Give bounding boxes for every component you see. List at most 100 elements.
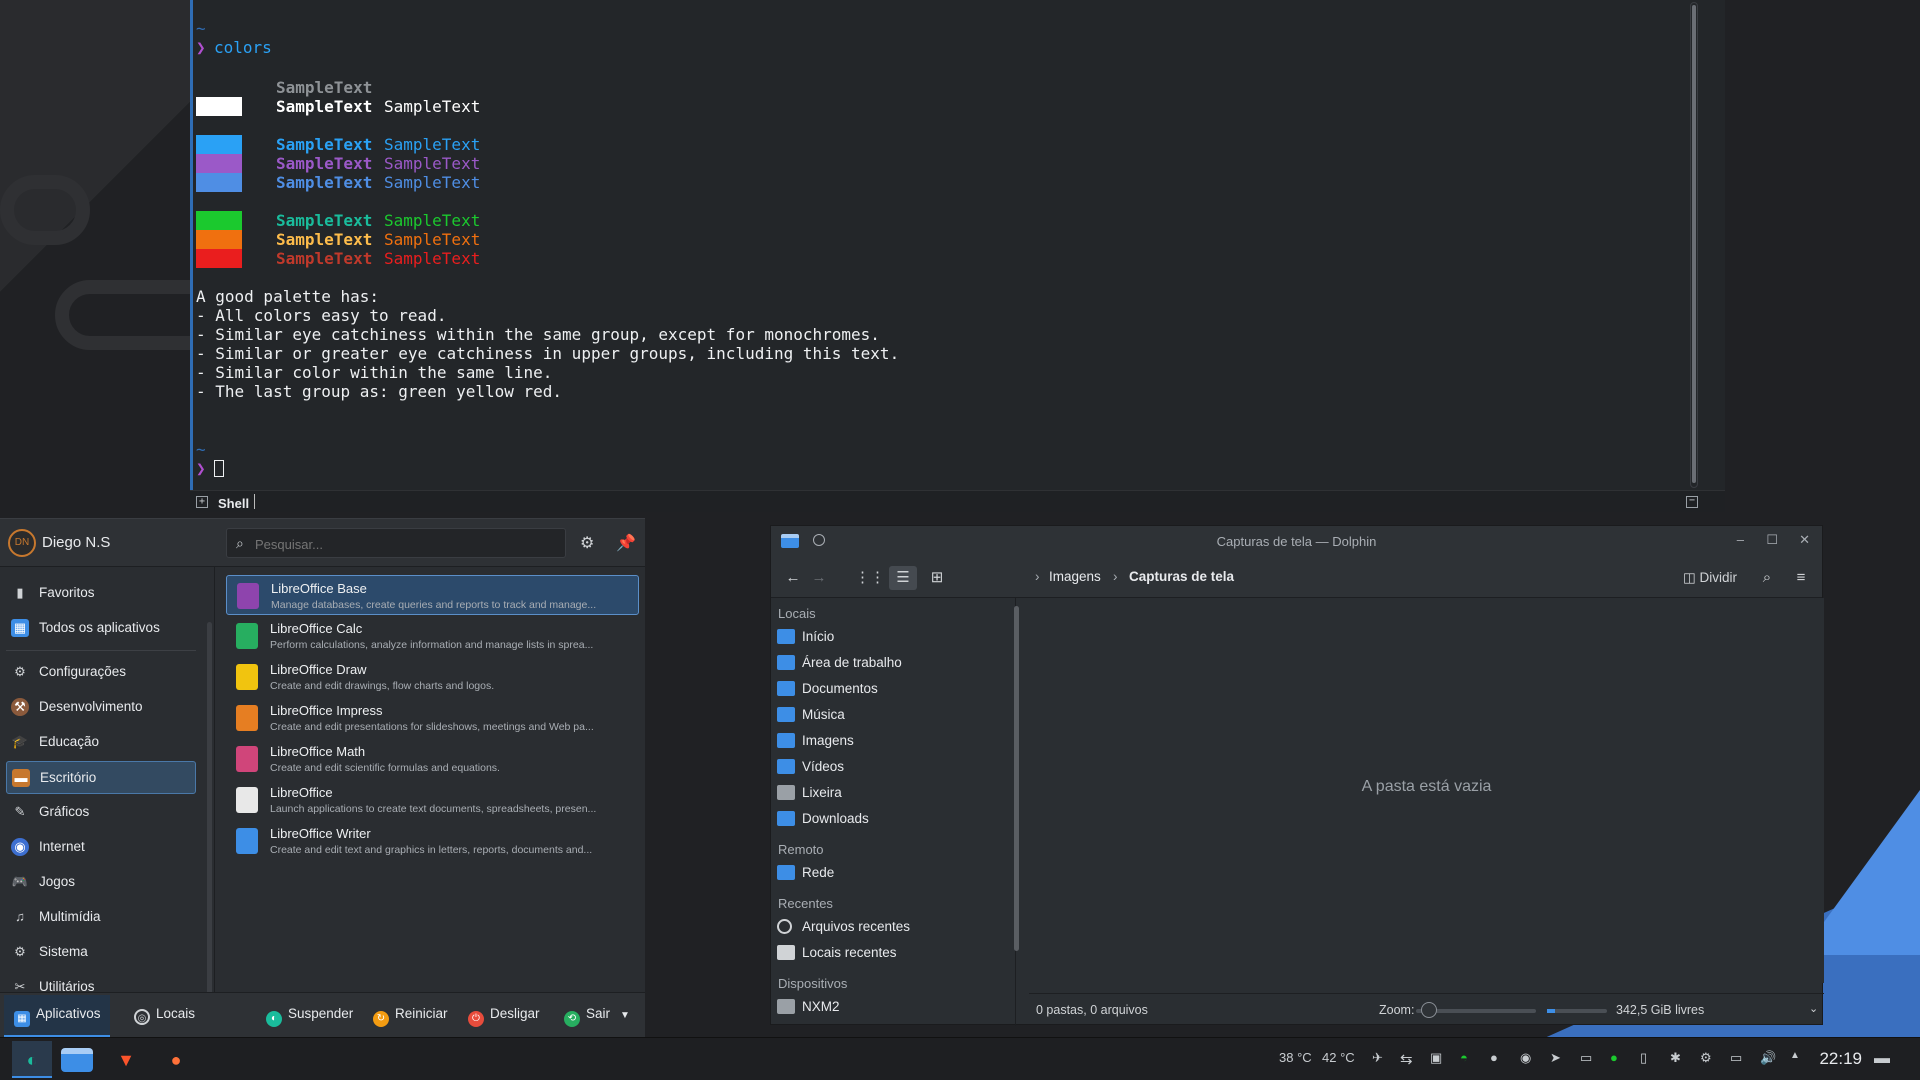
tree-view-icon[interactable]: ⊞ xyxy=(923,566,951,590)
sample-text: SampleText xyxy=(384,211,481,230)
category-internet[interactable]: ◉ Internet xyxy=(6,831,196,864)
screen-icon[interactable]: ▭ xyxy=(1730,1050,1742,1066)
avatar[interactable]: DN xyxy=(8,529,36,557)
clock[interactable]: 22:19 xyxy=(1819,1049,1862,1069)
search-box[interactable]: ⌕ xyxy=(226,528,566,558)
collapse-icon[interactable]: − xyxy=(1686,496,1698,508)
back-arrow-icon[interactable]: ← xyxy=(781,566,805,590)
app-libreoffice-draw[interactable]: LibreOffice Draw Create and edit drawing… xyxy=(226,657,639,697)
category-utilitarios[interactable]: ✂ Utilitários xyxy=(6,971,196,992)
category-graficos[interactable]: ✎ Gráficos xyxy=(6,796,196,829)
chevron-down-icon[interactable]: ⌄ xyxy=(1809,1002,1818,1015)
category-favoritos[interactable]: ▮ Favoritos xyxy=(6,577,196,610)
bluetooth-icon[interactable]: ✱ xyxy=(1670,1050,1681,1066)
show-desktop-icon[interactable]: ▬ xyxy=(1874,1050,1890,1068)
dolphin-taskbar-icon[interactable] xyxy=(61,1048,93,1072)
kdeconnect-icon[interactable]: ✈ xyxy=(1372,1050,1383,1066)
details-view-icon[interactable]: ☰ xyxy=(889,566,917,590)
place-arquivos-recentes[interactable]: Arquivos recentes xyxy=(777,916,1007,940)
file-view[interactable]: A pasta está vazia xyxy=(1029,598,1824,983)
maximize-icon[interactable]: ☐ xyxy=(1766,532,1778,548)
app-libreoffice-calc[interactable]: LibreOffice Calc Perform calculations, a… xyxy=(226,616,639,656)
category-scrollbar[interactable] xyxy=(207,622,212,992)
spotify-icon[interactable]: ● xyxy=(1610,1050,1618,1065)
breadcrumb-imagens[interactable]: Imagens xyxy=(1049,569,1101,584)
tab-locais[interactable]: ◎ Locais xyxy=(134,1006,195,1025)
battery-icon[interactable]: ▯ xyxy=(1640,1050,1647,1066)
split-icon: ◫ xyxy=(1682,570,1700,585)
app-libreoffice-math[interactable]: LibreOffice Math Create and edit scienti… xyxy=(226,739,639,779)
settings-icon[interactable]: ⚙ xyxy=(1700,1050,1712,1066)
hamburger-menu-icon[interactable]: ≡ xyxy=(1789,566,1813,590)
place-label: Locais recentes xyxy=(802,945,897,960)
restart-button[interactable]: ↻ Reiniciar xyxy=(373,1006,448,1027)
new-tab-icon[interactable]: + xyxy=(196,496,208,508)
place-inicio[interactable]: Início xyxy=(777,626,1007,650)
breadcrumb-capturas[interactable]: Capturas de tela xyxy=(1129,569,1234,584)
category-todos[interactable]: ▦ Todos os aplicativos xyxy=(6,612,196,645)
chevron-up-icon[interactable]: ▲ xyxy=(1790,1050,1800,1061)
suspend-button[interactable]: ◐ Suspender xyxy=(266,1006,353,1027)
taskbar: ◐ ▼ ● 38 °C 42 °C ✈ ⇆ ▣ ◓ ● ◉ ➤ ▭ ● ▯ ✱ … xyxy=(0,1037,1920,1080)
window-titlebar[interactable]: Capturas de tela — Dolphin – ☐ ✕ xyxy=(771,526,1822,556)
display-icon[interactable]: ▣ xyxy=(1430,1050,1442,1066)
color-swatch-white xyxy=(196,97,242,116)
place-videos[interactable]: Vídeos xyxy=(777,756,1007,780)
zoom-slider-handle[interactable] xyxy=(1421,1002,1437,1018)
volume-icon[interactable]: 🔊 xyxy=(1760,1050,1776,1066)
gear-icon[interactable]: ⚙ xyxy=(580,533,594,553)
terminal-scrollbar[interactable] xyxy=(1690,2,1698,488)
libreoffice-impress-icon xyxy=(236,705,258,731)
place-musica[interactable]: Música xyxy=(777,704,1007,728)
bulb-icon[interactable]: ● xyxy=(1490,1050,1498,1065)
category-multimidia[interactable]: ♫ Multimídia xyxy=(6,901,196,934)
app-libreoffice-base[interactable]: LibreOffice Base Manage databases, creat… xyxy=(226,575,639,615)
close-icon[interactable]: ✕ xyxy=(1799,532,1810,548)
terminal-icon[interactable]: ▭ xyxy=(1580,1050,1592,1066)
firefox-icon[interactable]: ● xyxy=(160,1044,192,1076)
place-downloads[interactable]: Downloads xyxy=(777,808,1007,832)
shutdown-button[interactable]: ⏻ Desligar xyxy=(468,1006,540,1027)
clipboard-icon[interactable]: ⇆ xyxy=(1400,1050,1413,1068)
category-educacao[interactable]: 🎓 Educação xyxy=(6,726,196,759)
category-sistema[interactable]: ⚙ Sistema xyxy=(6,936,196,969)
kde-launcher-icon[interactable]: ◐ xyxy=(16,1044,48,1076)
category-jogos[interactable]: 🎮 Jogos xyxy=(6,866,196,899)
device-nxm2[interactable]: NXM2 xyxy=(777,996,1007,1020)
category-label: Favoritos xyxy=(39,585,95,600)
app-libreoffice-impress[interactable]: LibreOffice Impress Create and edit pres… xyxy=(226,698,639,738)
split-button[interactable]: ◫ Dividir xyxy=(1675,566,1745,590)
place-area-de-trabalho[interactable]: Área de trabalho xyxy=(777,652,1007,676)
tab-aplicativos[interactable]: ▦ Aplicativos xyxy=(14,1006,101,1027)
app-libreoffice[interactable]: LibreOffice Launch applications to creat… xyxy=(226,780,639,820)
sample-text: SampleText xyxy=(384,230,481,249)
search-icon[interactable]: ⌕ xyxy=(1755,566,1779,590)
free-space[interactable]: 342,5 GiB livres xyxy=(1616,1003,1704,1017)
ghost-icon[interactable]: ◓ xyxy=(1460,1050,1468,1065)
terminal-window[interactable]: ~ ❯ colors SampleText SampleText SampleT… xyxy=(190,0,1725,512)
category-configuracoes[interactable]: ⚙ Configurações xyxy=(6,656,196,689)
icons-view-icon[interactable]: ⋮⋮ xyxy=(855,566,885,590)
place-locais-recentes[interactable]: Locais recentes xyxy=(777,942,1007,966)
place-imagens[interactable]: Imagens xyxy=(777,730,1007,754)
category-desenvolvimento[interactable]: ⚒ Desenvolvimento xyxy=(6,691,196,724)
place-documentos[interactable]: Documentos xyxy=(777,678,1007,702)
category-escritorio[interactable]: ▬ Escritório xyxy=(6,761,196,794)
category-divider xyxy=(6,650,196,651)
logout-button[interactable]: ⟲ Sair ▼ xyxy=(564,1006,630,1027)
place-label: Downloads xyxy=(802,811,869,826)
telegram-icon[interactable]: ➤ xyxy=(1550,1050,1561,1066)
steam-icon[interactable]: ◉ xyxy=(1520,1050,1531,1066)
places-scrollbar[interactable] xyxy=(1014,606,1019,951)
place-rede[interactable]: Rede xyxy=(777,862,1007,886)
sample-text: SampleText xyxy=(276,154,373,173)
place-lixeira[interactable]: Lixeira xyxy=(777,782,1007,806)
chevron-down-icon[interactable]: ▼ xyxy=(620,1010,630,1021)
tab-shell[interactable]: Shell xyxy=(218,494,249,513)
minimize-icon[interactable]: – xyxy=(1737,532,1744,547)
brave-browser-icon[interactable]: ▼ xyxy=(110,1044,142,1076)
forward-arrow-icon[interactable]: → xyxy=(807,566,831,590)
app-libreoffice-writer[interactable]: LibreOffice Writer Create and edit text … xyxy=(226,821,639,861)
search-input[interactable] xyxy=(255,534,555,554)
pin-icon[interactable]: 📌 xyxy=(616,533,636,553)
